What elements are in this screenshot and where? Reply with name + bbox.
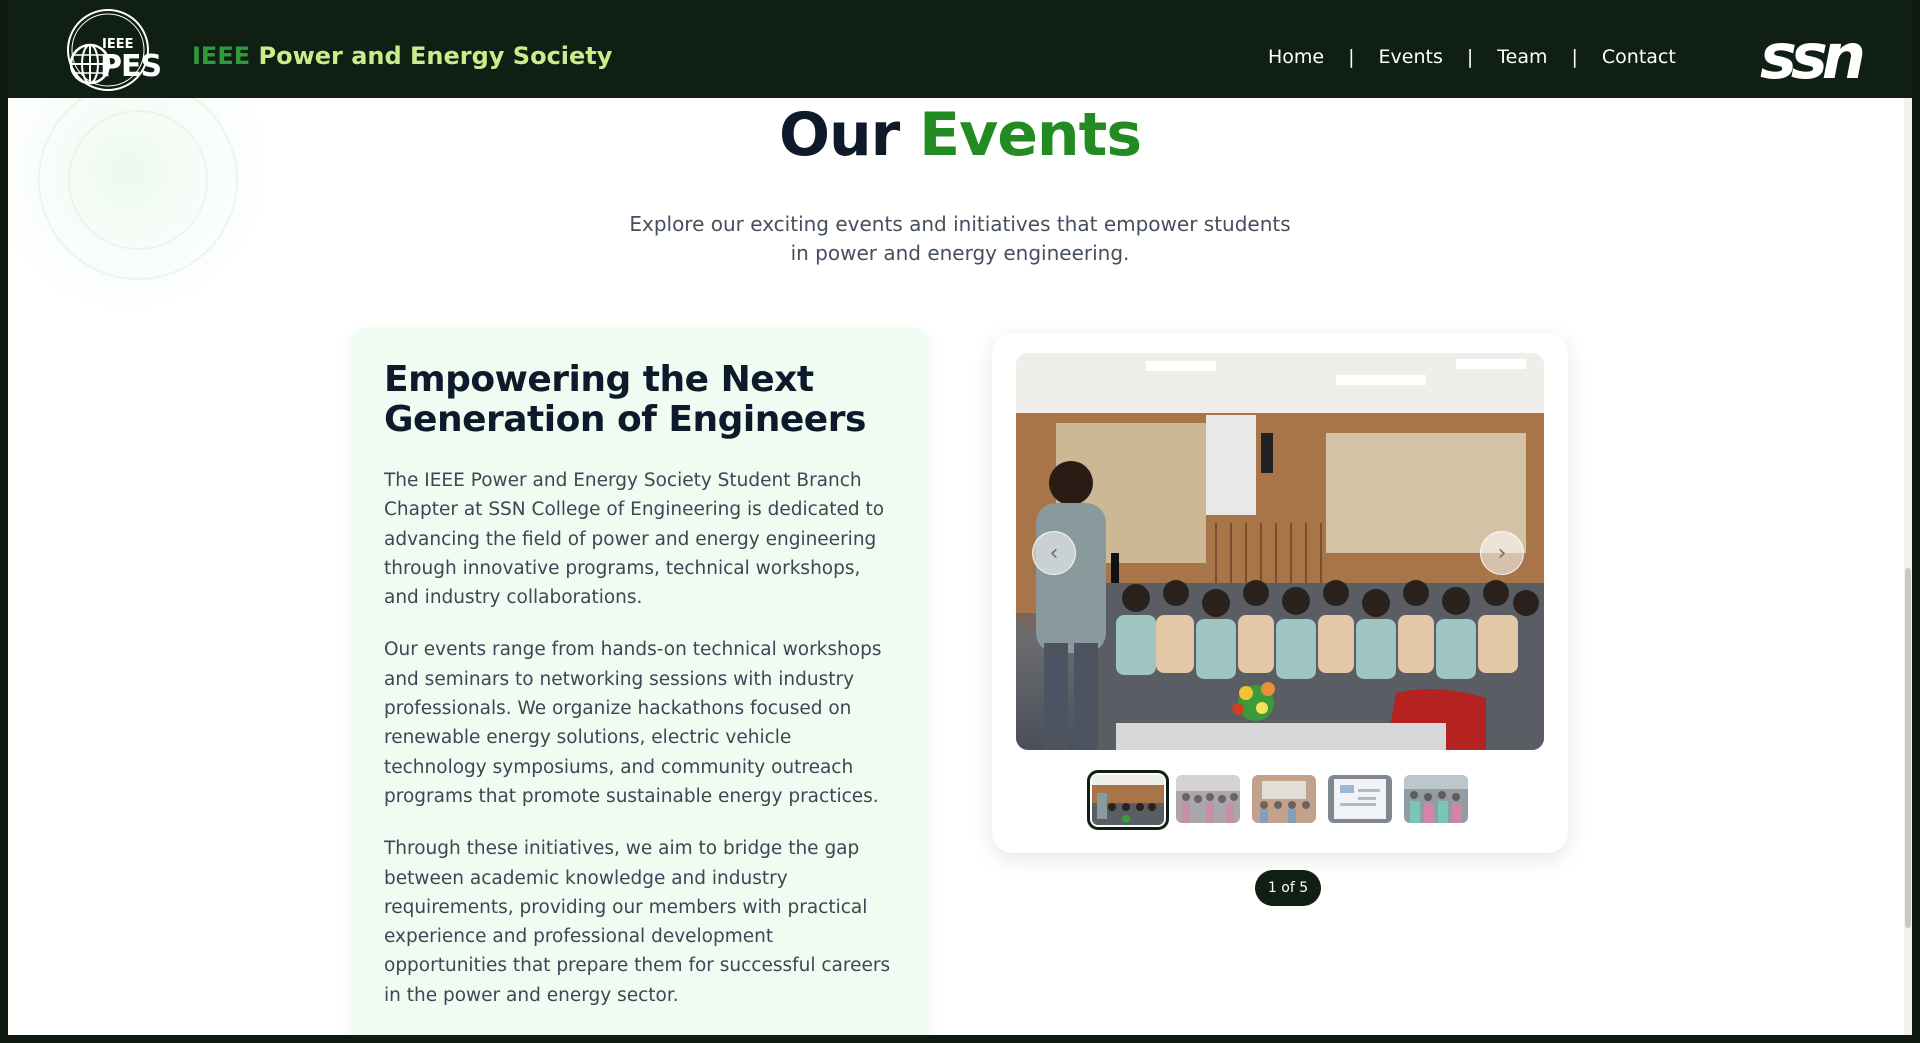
page-scrollbar[interactable] xyxy=(1904,98,1912,1035)
thumbnail-image xyxy=(1252,775,1316,823)
about-paragraph-1: The IEEE Power and Energy Society Studen… xyxy=(384,470,885,609)
nav-separator: | xyxy=(1348,46,1355,68)
event-carousel: ‹ › xyxy=(992,333,1568,853)
page-subtitle: Explore our exciting events and initiati… xyxy=(629,212,1291,265)
nav-events[interactable]: Events xyxy=(1379,46,1443,68)
about-card: Empowering the Next Generation of Engine… xyxy=(352,328,928,1035)
carousel-thumbnail-1[interactable] xyxy=(1087,770,1169,830)
chevron-left-icon: ‹ xyxy=(1049,540,1059,566)
carousel-prev-button[interactable]: ‹ xyxy=(1032,531,1076,575)
carousel-thumbnails xyxy=(992,770,1568,830)
nav-separator: | xyxy=(1571,46,1578,68)
carousel-next-button[interactable]: › xyxy=(1480,531,1524,575)
carousel-thumbnail-3[interactable] xyxy=(1252,775,1316,823)
title-events: Events xyxy=(919,100,1142,170)
thumbnail-image xyxy=(1328,775,1392,823)
brand-ieee: IEEE xyxy=(192,42,251,70)
logo-pes-text: PES xyxy=(100,49,162,84)
nav-team[interactable]: Team xyxy=(1497,46,1547,68)
thumbnail-image xyxy=(1404,775,1468,823)
about-paragraph-2: Our events range from hands-on technical… xyxy=(384,639,882,807)
page-title: Our Events xyxy=(8,100,1912,170)
carousel-counter: 1 of 5 xyxy=(1255,870,1321,906)
nav-contact[interactable]: Contact xyxy=(1602,46,1676,68)
about-paragraph-3: Through these initiatives, we aim to bri… xyxy=(384,838,891,1006)
title-our: Our xyxy=(778,100,900,170)
thumbnail-image xyxy=(1176,775,1240,823)
ieee-pes-logo[interactable]: IEEE PES xyxy=(52,9,168,91)
chevron-right-icon: › xyxy=(1497,540,1507,566)
nav-separator: | xyxy=(1466,46,1474,68)
carousel-main-photo xyxy=(1016,353,1544,750)
brand-name: IEEE Power and Energy Society xyxy=(192,42,612,70)
site-header: IEEE PES IEEE Power and Energy Society H… xyxy=(8,0,1912,98)
scrollbar-thumb[interactable] xyxy=(1905,568,1911,928)
carousel-thumbnail-5[interactable] xyxy=(1404,775,1468,823)
page: IEEE PES IEEE Power and Energy Society H… xyxy=(8,0,1912,1035)
carousel-thumbnail-2[interactable] xyxy=(1176,775,1240,823)
main-nav: Home | Events | Team | Contact xyxy=(1268,46,1676,68)
ssn-logo[interactable]: ssn xyxy=(1760,26,1866,88)
thumbnail-image xyxy=(1092,775,1164,825)
about-heading: Empowering the Next Generation of Engine… xyxy=(384,359,866,440)
event-photo-image xyxy=(1016,353,1544,750)
carousel-thumbnail-4[interactable] xyxy=(1328,775,1392,823)
nav-home[interactable]: Home xyxy=(1268,46,1324,68)
brand-society: Power and Energy Society xyxy=(258,42,613,70)
